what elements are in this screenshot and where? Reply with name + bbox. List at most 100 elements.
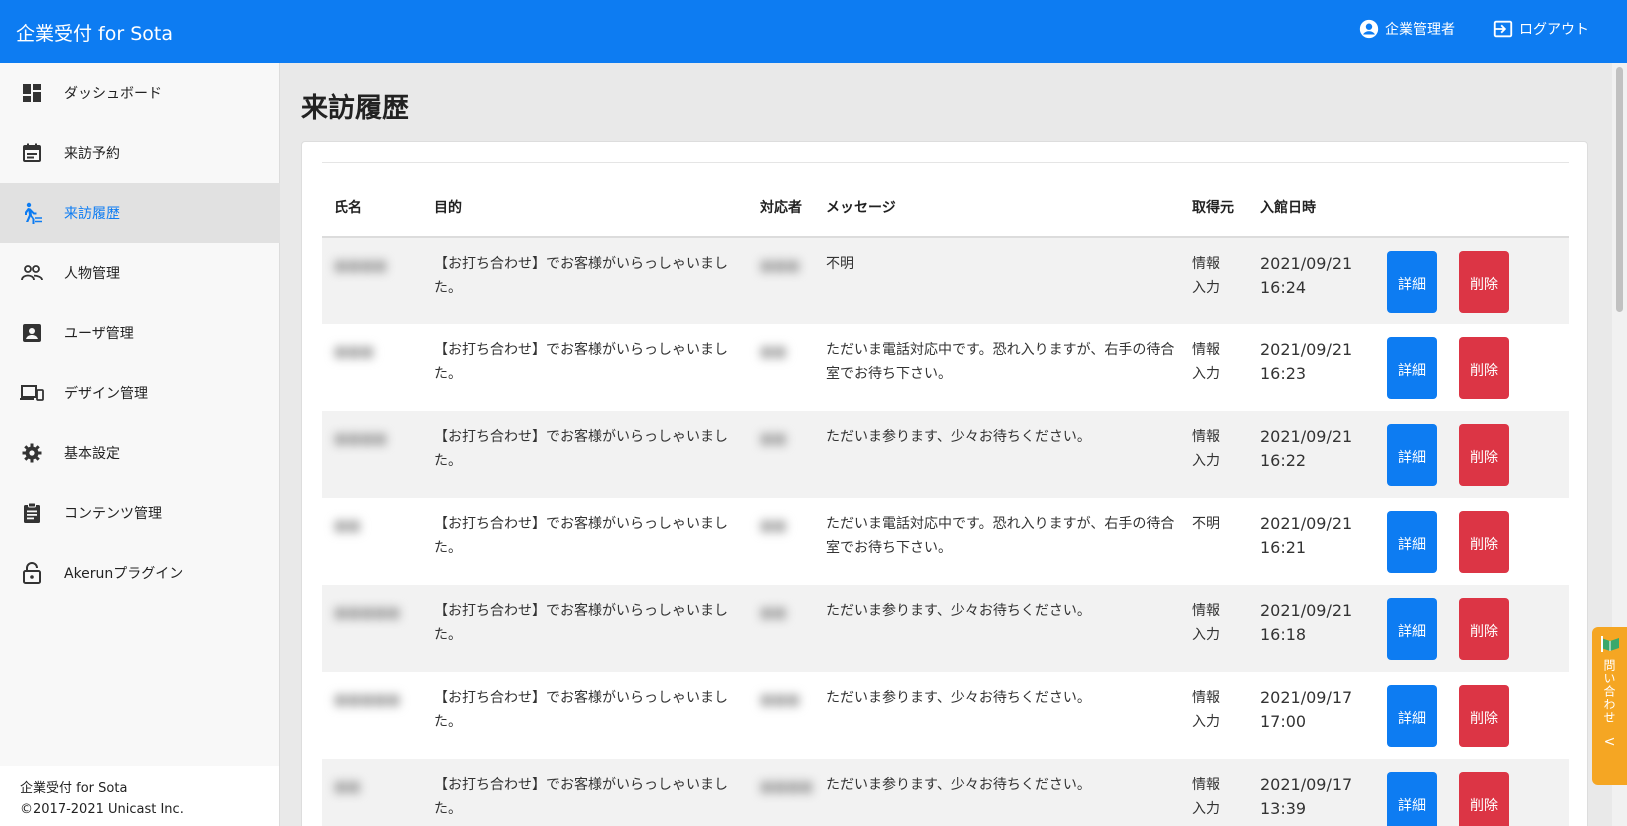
page-title: 来訪履歴 bbox=[301, 93, 409, 124]
detail-cell: 詳細 bbox=[1375, 585, 1447, 672]
delete-cell: 削除 bbox=[1447, 324, 1569, 411]
delete-cell: 削除 bbox=[1447, 411, 1569, 498]
visitor-name-cell: ■■■■ bbox=[322, 411, 422, 498]
clipboard-icon bbox=[20, 501, 44, 525]
detail-cell: 詳細 bbox=[1375, 411, 1447, 498]
delete-button[interactable]: 削除 bbox=[1459, 598, 1509, 660]
column-header-name[interactable]: 氏名 bbox=[322, 163, 422, 238]
sidebar-item-label: ダッシュボード bbox=[64, 86, 162, 102]
devices-icon bbox=[20, 381, 44, 405]
sidebar: ダッシュボード 来訪予約 来訪履歴 人物管理 ユーザ管理 デザイン管理 基本設定… bbox=[0, 63, 280, 826]
sidebar-item-design[interactable]: デザイン管理 bbox=[0, 363, 280, 423]
delete-button[interactable]: 削除 bbox=[1459, 424, 1509, 486]
sidebar-item-label: 来訪予約 bbox=[64, 146, 120, 162]
user-menu[interactable]: 企業管理者 bbox=[1358, 18, 1455, 40]
contact-tab[interactable]: 問い合わせ < bbox=[1592, 627, 1627, 785]
walking-person-icon bbox=[20, 201, 44, 225]
app-brand[interactable]: 企業受付 for Sota bbox=[16, 19, 173, 46]
sidebar-item-visit-history[interactable]: 来訪履歴 bbox=[0, 183, 280, 243]
contact-label: 問い合わせ bbox=[1602, 659, 1616, 724]
datetime-cell: 2021/09/17 17:00 bbox=[1260, 688, 1353, 731]
sidebar-item-label: 基本設定 bbox=[64, 446, 120, 462]
purpose-cell: 【お打ち合わせ】でお客様がいらっしゃいました。 bbox=[434, 342, 728, 382]
purpose-cell: 【お打ち合わせ】でお客様がいらっしゃいました。 bbox=[422, 237, 748, 324]
sidebar-item-label: コンテンツ管理 bbox=[64, 506, 162, 522]
visitor-name-cell: ■■ bbox=[322, 759, 422, 826]
sidebar-item-settings[interactable]: 基本設定 bbox=[0, 423, 280, 483]
detail-button[interactable]: 詳細 bbox=[1387, 685, 1437, 747]
column-header-purpose[interactable]: 目的 bbox=[422, 163, 748, 238]
purpose-cell: 【お打ち合わせ】でお客様がいらっしゃいました。 bbox=[422, 759, 748, 826]
delete-button[interactable]: 削除 bbox=[1459, 772, 1509, 826]
sidebar-item-label: ユーザ管理 bbox=[64, 326, 134, 342]
table-row: ■■■■■ 【お打ち合わせ】でお客様がいらっしゃいました。 ■■■ ただいま参り… bbox=[322, 672, 1569, 759]
scrollbar-thumb[interactable] bbox=[1616, 67, 1623, 312]
detail-button[interactable]: 詳細 bbox=[1387, 511, 1437, 573]
sidebar-item-label: デザイン管理 bbox=[64, 386, 148, 402]
visit-history-card: 氏名 目的 対応者 メッセージ 取得元 入館日時 ■■■■ 【お打ち合わせ】でお… bbox=[301, 141, 1588, 826]
datetime-cell: 2021/09/21 16:23 bbox=[1260, 340, 1353, 383]
handler-cell: ■■ bbox=[748, 585, 814, 672]
visitor-name-cell: ■■■ bbox=[322, 324, 422, 411]
top-header: 企業受付 for Sota 企業管理者 ログアウト bbox=[0, 0, 1627, 63]
handler-cell: ■■ bbox=[748, 498, 814, 585]
gear-icon bbox=[20, 441, 44, 465]
user-badge-icon bbox=[20, 321, 44, 345]
visitor-name-cell: ■■■■ bbox=[322, 237, 422, 324]
message-cell: ただいま電話対応中です。恐れ入りますが、右手の待合室でお待ち下さい。 bbox=[826, 342, 1175, 382]
sidebar-item-dashboard[interactable]: ダッシュボード bbox=[0, 63, 280, 123]
table-row: ■■ 【お打ち合わせ】でお客様がいらっしゃいました。 ■■ ただいま電話対応中で… bbox=[322, 498, 1569, 585]
datetime-cell: 2021/09/21 16:21 bbox=[1260, 514, 1353, 557]
footer-product: 企業受付 for Sota bbox=[20, 781, 128, 796]
dashboard-icon bbox=[20, 81, 44, 105]
delete-button[interactable]: 削除 bbox=[1459, 511, 1509, 573]
detail-button[interactable]: 詳細 bbox=[1387, 772, 1437, 826]
sidebar-item-contents[interactable]: コンテンツ管理 bbox=[0, 483, 280, 543]
column-header-message[interactable]: メッセージ bbox=[814, 163, 1180, 238]
sidebar-item-label: 人物管理 bbox=[64, 266, 120, 282]
lock-open-icon bbox=[20, 561, 44, 585]
column-header-source[interactable]: 取得元 bbox=[1180, 163, 1248, 238]
sidebar-item-people[interactable]: 人物管理 bbox=[0, 243, 280, 303]
sidebar-item-label: Akerunプラグイン bbox=[64, 566, 184, 582]
column-header-datetime[interactable]: 入館日時 bbox=[1248, 163, 1375, 238]
sidebar-footer: 企業受付 for Sota ©2017-2021 Unicast Inc. bbox=[0, 766, 279, 826]
sidebar-item-users[interactable]: ユーザ管理 bbox=[0, 303, 280, 363]
sidebar-item-reservations[interactable]: 来訪予約 bbox=[0, 123, 280, 183]
visitor-name-cell: ■■■■■ bbox=[322, 585, 422, 672]
visitor-name-cell: ■■ bbox=[322, 498, 422, 585]
handler-cell: ■■ bbox=[748, 324, 814, 411]
delete-cell: 削除 bbox=[1447, 498, 1569, 585]
delete-button[interactable]: 削除 bbox=[1459, 251, 1509, 313]
detail-button[interactable]: 詳細 bbox=[1387, 251, 1437, 313]
delete-cell: 削除 bbox=[1447, 672, 1569, 759]
delete-cell: 削除 bbox=[1447, 585, 1569, 672]
visit-history-table: 氏名 目的 対応者 メッセージ 取得元 入館日時 ■■■■ 【お打ち合わせ】でお… bbox=[322, 163, 1569, 826]
people-icon bbox=[20, 261, 44, 285]
calendar-icon bbox=[20, 141, 44, 165]
message-cell: 不明 bbox=[814, 237, 1180, 324]
source-cell: 情報入力 bbox=[1180, 585, 1248, 672]
table-row: ■■■■ 【お打ち合わせ】でお客様がいらっしゃいました。 ■■■ 不明 情報入力… bbox=[322, 237, 1569, 324]
table-row: ■■■■■ 【お打ち合わせ】でお客様がいらっしゃいました。 ■■ ただいま参りま… bbox=[322, 585, 1569, 672]
detail-button[interactable]: 詳細 bbox=[1387, 598, 1437, 660]
chevron-left-icon: < bbox=[1603, 734, 1616, 750]
delete-button[interactable]: 削除 bbox=[1459, 685, 1509, 747]
handler-cell: ■■■■ bbox=[748, 759, 814, 826]
logout-button[interactable]: ログアウト bbox=[1492, 18, 1589, 40]
column-header-handler[interactable]: 対応者 bbox=[748, 163, 814, 238]
delete-button[interactable]: 削除 bbox=[1459, 337, 1509, 399]
detail-cell: 詳細 bbox=[1375, 759, 1447, 826]
purpose-cell: 【お打ち合わせ】でお客様がいらっしゃいました。 bbox=[434, 516, 728, 556]
detail-cell: 詳細 bbox=[1375, 324, 1447, 411]
purpose-cell: 【お打ち合わせ】でお客様がいらっしゃいました。 bbox=[422, 585, 748, 672]
purpose-cell: 【お打ち合わせ】でお客様がいらっしゃいました。 bbox=[422, 411, 748, 498]
sidebar-item-akerun-plugin[interactable]: Akerunプラグイン bbox=[0, 543, 280, 603]
handler-cell: ■■■ bbox=[748, 237, 814, 324]
message-cell: ただいま参ります、少々お待ちください。 bbox=[814, 759, 1180, 826]
flag-icon bbox=[1600, 636, 1619, 652]
detail-button[interactable]: 詳細 bbox=[1387, 424, 1437, 486]
detail-cell: 詳細 bbox=[1375, 672, 1447, 759]
source-cell: 情報入力 bbox=[1180, 411, 1248, 498]
detail-button[interactable]: 詳細 bbox=[1387, 337, 1437, 399]
